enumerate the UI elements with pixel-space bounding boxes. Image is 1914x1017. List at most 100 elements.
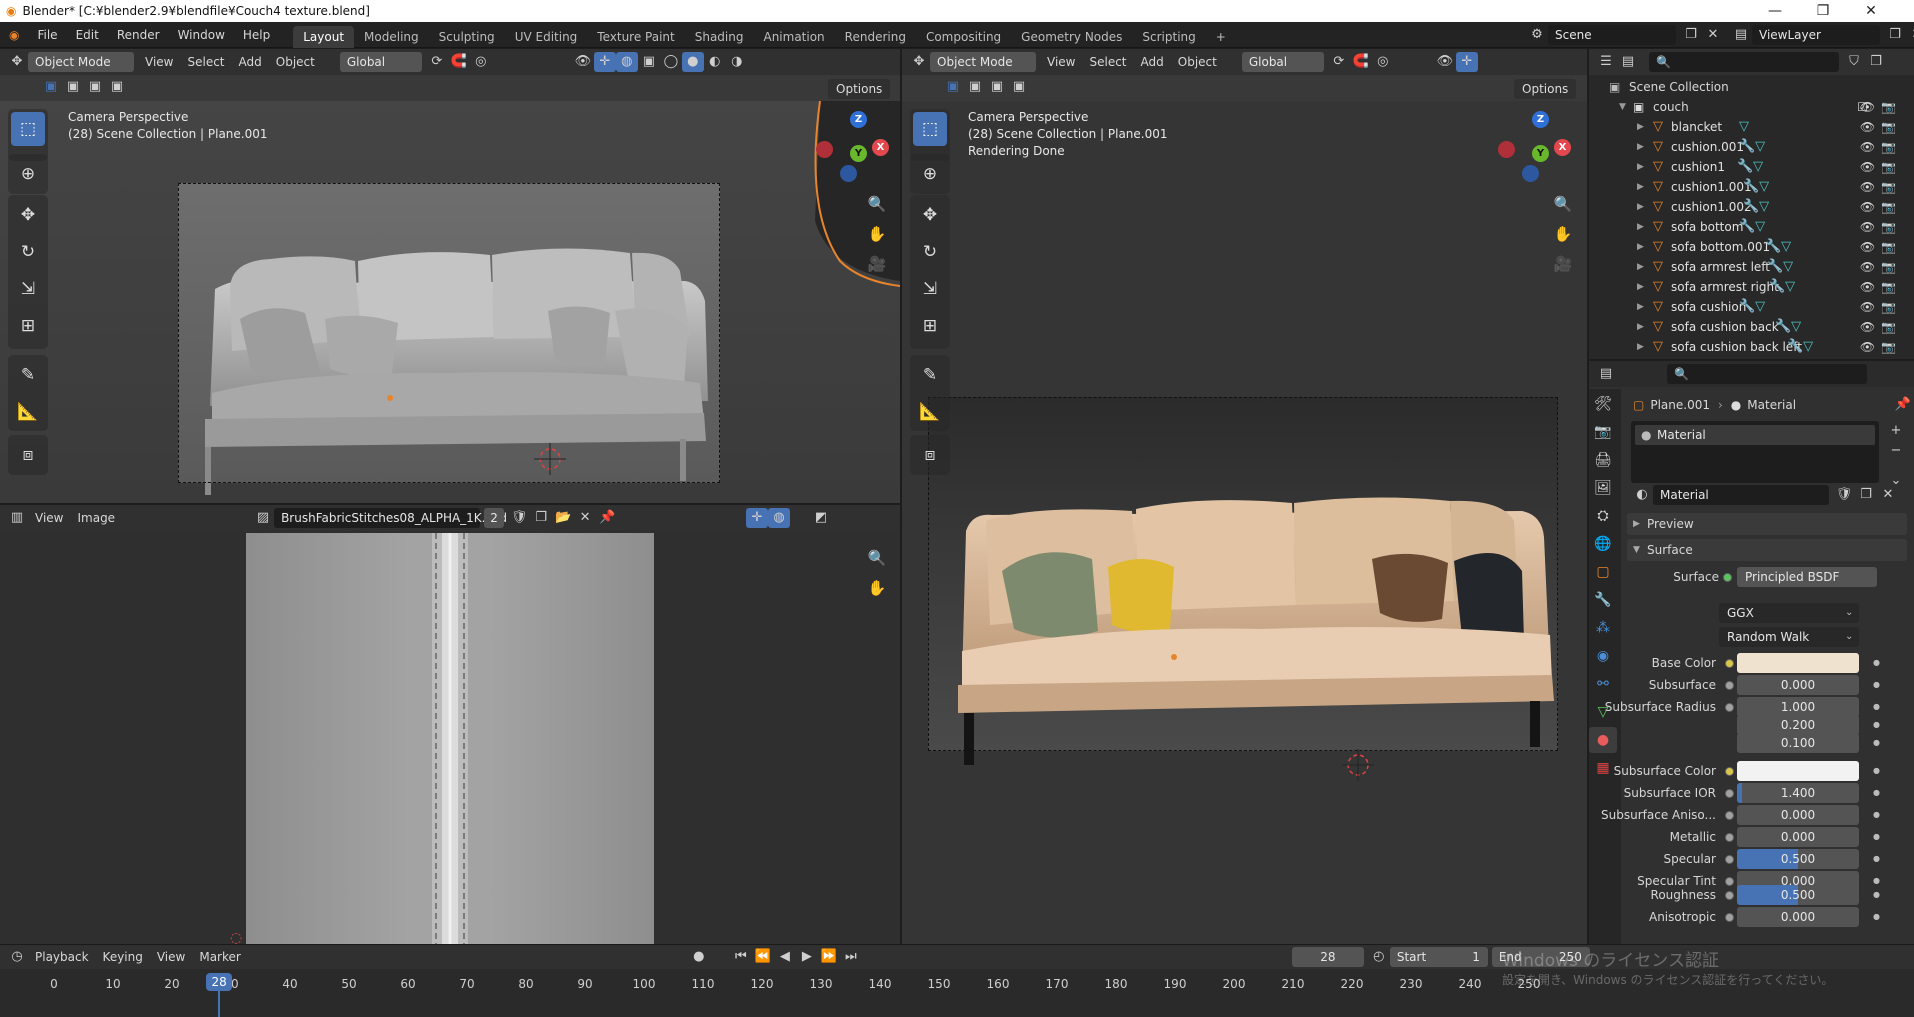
duplicate-material-icon[interactable]: ❐	[1855, 485, 1877, 505]
material-tab-icon[interactable]: ●	[1589, 727, 1617, 753]
keyframe-dot-icon[interactable]: ●	[1873, 905, 1880, 929]
add-slot-icon[interactable]: +	[1885, 421, 1907, 441]
transform-tool-icon[interactable]: ⊞	[913, 309, 947, 343]
timeline-ruler[interactable]: 0102030405060708090100110120130140150160…	[0, 969, 1914, 1017]
value-field[interactable]: 0.500	[1737, 885, 1859, 905]
material-name-field[interactable]: Material	[1653, 485, 1829, 505]
rotate-tool-icon[interactable]: ↻	[913, 235, 947, 269]
pivot-icon[interactable]: ⟳	[426, 52, 448, 72]
tab-compositing[interactable]: Compositing	[916, 26, 1011, 48]
editor-type-icon[interactable]: ✥	[908, 52, 930, 72]
end-frame-field[interactable]: End 250	[1491, 947, 1590, 967]
proportional-icon[interactable]: ◎	[1372, 52, 1394, 72]
new-scene-icon[interactable]: ❐	[1680, 25, 1702, 45]
axis-x-icon[interactable]: X	[1554, 139, 1571, 156]
select-box-tool-icon[interactable]: ⬚	[913, 112, 947, 146]
menu-marker[interactable]: Marker	[192, 944, 247, 970]
editor-type-icon[interactable]: ✥	[6, 52, 28, 72]
modifier-icon[interactable]: 🔧▽	[1769, 277, 1795, 297]
modifier-icon[interactable]: ▽	[1739, 117, 1749, 137]
mode-selector[interactable]: Object Mode	[930, 52, 1036, 72]
pan-hand-icon[interactable]: ✋	[864, 221, 890, 247]
tab-rendering[interactable]: Rendering	[835, 26, 916, 48]
tab-shading[interactable]: Shading	[685, 26, 754, 48]
outliner-scene-collection[interactable]: ▣ Scene Collection	[1589, 77, 1914, 97]
tab-layout[interactable]: Layout	[293, 25, 355, 48]
menu-help[interactable]: Help	[234, 22, 279, 48]
pan-hand-icon[interactable]: ✋	[864, 575, 890, 601]
delete-view-layer-icon[interactable]: ✕	[1906, 25, 1914, 45]
fake-user-icon[interactable]: 🛡	[1833, 485, 1855, 505]
menu-view[interactable]: View	[150, 944, 192, 970]
navigation-gizmo-right[interactable]: Z Y X	[1498, 109, 1571, 189]
new-image-icon[interactable]: ❐	[530, 508, 552, 528]
value-field[interactable]: 0.000	[1737, 675, 1859, 695]
pin-icon[interactable]: 📌	[1892, 395, 1914, 415]
display-channels-icon[interactable]: ◩	[810, 508, 832, 528]
texture-image[interactable]	[246, 533, 654, 944]
view-layer-selector[interactable]: ViewLayer	[1752, 25, 1880, 45]
modifier-icon[interactable]: 🔧▽	[1739, 217, 1765, 237]
unlink-material-icon[interactable]: ✕	[1877, 485, 1899, 505]
keyframe-dot-icon[interactable]: ●	[1873, 781, 1880, 805]
visibility-icons[interactable]: 👁📷	[1860, 297, 1902, 317]
modifier-icon[interactable]: 🔧▽	[1767, 257, 1793, 277]
modifier-icon[interactable]: 🔧▽	[1739, 137, 1765, 157]
keyframe-dot-icon[interactable]: ●	[1873, 825, 1880, 849]
add-workspace-icon[interactable]: +	[1206, 26, 1236, 48]
editor-type-icon[interactable]: ▤	[1595, 364, 1617, 384]
open-image-icon[interactable]: 📂	[552, 508, 574, 528]
expand-arrow-icon[interactable]: ▼	[1619, 97, 1626, 117]
modifier-icon[interactable]: 🔧▽	[1737, 157, 1763, 177]
socket-icon[interactable]	[1725, 833, 1734, 842]
zoom-icon[interactable]: 🔍	[864, 545, 890, 571]
transform-tool-icon[interactable]: ⊞	[11, 309, 45, 343]
annotate-tool-icon[interactable]: ✎	[11, 358, 45, 392]
scene-tab-icon[interactable]: ⛭	[1589, 503, 1617, 529]
visibility-icons[interactable]: 👁📷	[1860, 117, 1902, 137]
move-tool-icon[interactable]: ✥	[913, 198, 947, 232]
image-name-field[interactable]: BrushFabricStitches08_ALPHA_1K.psd	[274, 508, 507, 528]
outliner-item[interactable]: ▶ ▽ sofa bottom.001 🔧▽ 👁📷	[1589, 237, 1914, 257]
menu-playback[interactable]: Playback	[28, 944, 96, 970]
zoom-icon[interactable]: 🔍	[1550, 191, 1576, 217]
jump-keyframe-back-icon[interactable]: ⏪	[752, 947, 774, 967]
shading-material-icon[interactable]: ◐	[704, 52, 726, 72]
visibility-icon[interactable]: 👁	[572, 52, 594, 72]
select-box-tool-icon[interactable]: ⬚	[11, 112, 45, 146]
current-frame-field[interactable]: 28	[1291, 947, 1364, 967]
measure-tool-icon[interactable]: 📐	[11, 395, 45, 429]
xray-icon[interactable]: ▣	[638, 52, 660, 72]
keyframe-dot-icon[interactable]: ●	[1873, 883, 1880, 907]
new-view-layer-icon[interactable]: ❐	[1884, 25, 1906, 45]
expand-arrow-icon[interactable]: ▶	[1637, 317, 1644, 337]
jump-keyframe-forward-icon[interactable]: ⏩	[818, 947, 840, 967]
viewport-right-canvas[interactable]: Camera Perspective (28) Scene Collection…	[902, 101, 1587, 944]
expand-arrow-icon[interactable]: ▶	[1637, 277, 1644, 297]
rotate-tool-icon[interactable]: ↻	[11, 235, 45, 269]
color-swatch[interactable]	[1737, 653, 1859, 673]
select-subtract-icon[interactable]: ▣	[986, 77, 1008, 97]
view-layer-icon[interactable]: ▤	[1730, 25, 1752, 45]
editor-type-icon[interactable]: ☰	[1595, 52, 1617, 72]
display-mode-icon[interactable]: ▤	[1617, 52, 1639, 72]
socket-icon[interactable]	[1725, 855, 1734, 864]
overlay-icon[interactable]: ◍	[768, 508, 791, 528]
scale-tool-icon[interactable]: ⇲	[11, 272, 45, 306]
menu-object[interactable]: Object	[269, 49, 322, 75]
distribution-select[interactable]: GGX	[1719, 603, 1859, 623]
scene-icon[interactable]: ⚙	[1526, 25, 1548, 45]
pan-hand-icon[interactable]: ✋	[1550, 221, 1576, 247]
close-button[interactable]: ✕	[1848, 0, 1894, 22]
visibility-icons[interactable]: 👁📷	[1860, 137, 1902, 157]
select-extend-icon[interactable]: ▣	[964, 77, 986, 97]
gizmo-icon[interactable]: ✛	[1455, 52, 1478, 72]
outliner-search-input[interactable]: 🔍	[1649, 52, 1839, 72]
clock-icon[interactable]: ◴	[1368, 947, 1390, 967]
menu-edit[interactable]: Edit	[67, 22, 108, 48]
outliner-item[interactable]: ▶ ▽ sofa bottom 🔧▽ 👁📷	[1589, 217, 1914, 237]
transform-orientation[interactable]: Global	[1241, 52, 1324, 72]
outliner-item[interactable]: ▶ ▽ sofa cushion back left 🔧▽ 👁📷	[1589, 337, 1914, 357]
move-tool-icon[interactable]: ✥	[11, 198, 45, 232]
gizmo-icon[interactable]: ✛	[593, 52, 616, 72]
